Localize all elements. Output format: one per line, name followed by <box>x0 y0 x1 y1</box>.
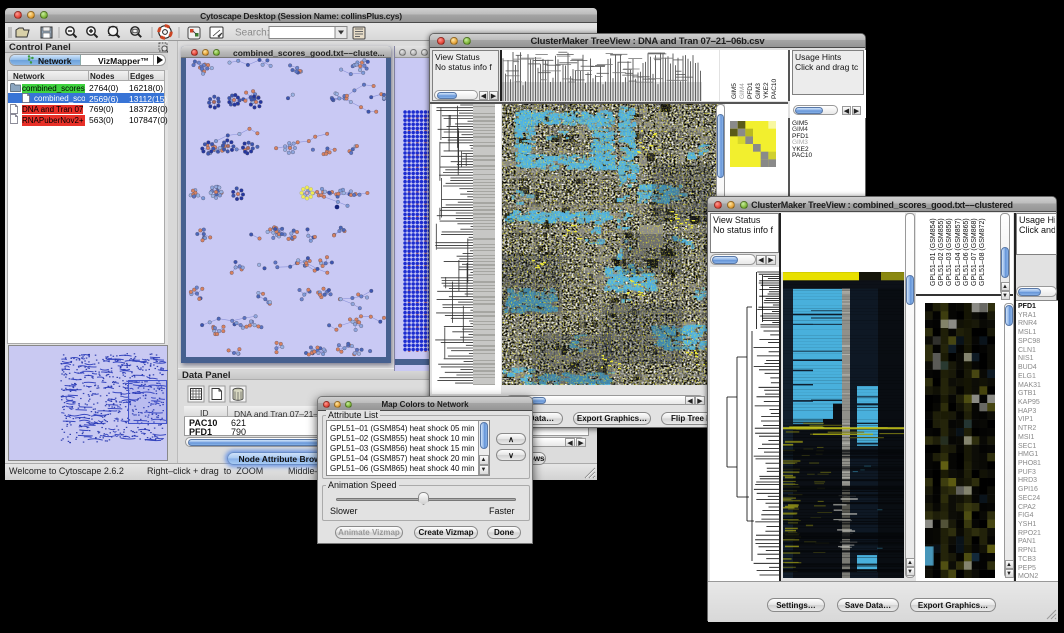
svg-text:Search:: Search: <box>235 28 269 39</box>
